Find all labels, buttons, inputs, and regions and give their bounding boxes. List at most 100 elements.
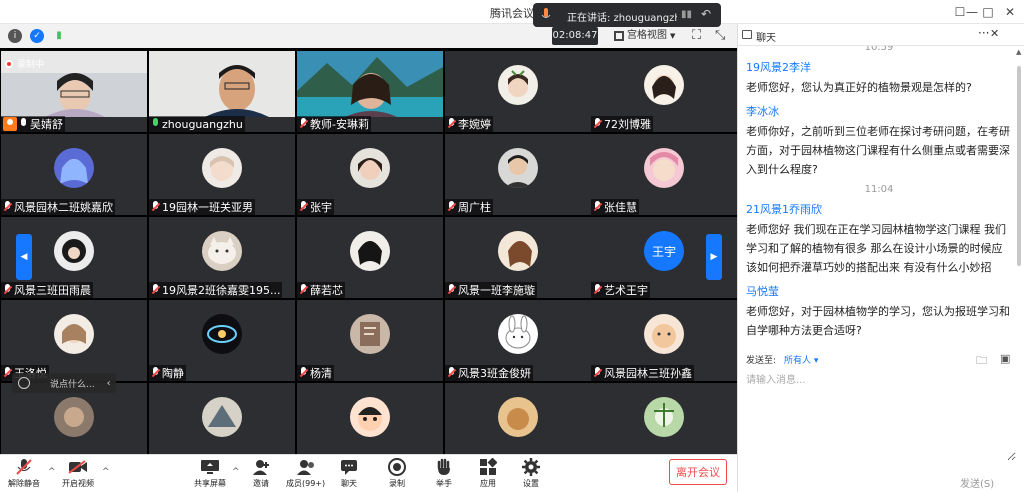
screenshot-icon[interactable]: ▣ bbox=[1000, 352, 1010, 365]
record-button[interactable]: 录制 bbox=[388, 457, 406, 489]
muted-microphone-icon bbox=[593, 367, 602, 379]
muted-microphone-icon bbox=[593, 201, 602, 213]
chat-sender: 21风景1乔雨欣 bbox=[746, 203, 822, 216]
participant-name: 风景3班金俊妍 bbox=[458, 367, 531, 380]
participant-avatar bbox=[498, 231, 538, 271]
invite-button[interactable]: 邀请 bbox=[252, 457, 270, 489]
participant-tile[interactable] bbox=[445, 383, 591, 454]
participant-avatar bbox=[644, 148, 684, 188]
chat-message: 老师您好，对于园林植物学的学习，您认为报班学习和自学哪种方法更合适呀? bbox=[746, 305, 1010, 337]
meeting-toolbar: 解除静音 ^ 开启视频 ^ 共享屏幕 ^ 邀请 成员(99+) 聊天 录制 举手… bbox=[0, 454, 737, 492]
share-options-icon[interactable]: ^ bbox=[232, 467, 240, 477]
more-options-icon[interactable]: ··· bbox=[978, 26, 989, 40]
participant-tile[interactable] bbox=[297, 383, 443, 454]
participant-tile[interactable]: 杨清 bbox=[297, 300, 443, 381]
muted-microphone-icon bbox=[299, 201, 308, 213]
participant-avatar bbox=[350, 314, 390, 354]
name-bar: 薛若芯 bbox=[297, 282, 345, 298]
participant-tile[interactable]: 李婉婷 bbox=[445, 51, 591, 132]
participant-name: zhouguangzhu bbox=[162, 117, 243, 131]
name-bar: 19园林一班关亚男 bbox=[149, 199, 255, 215]
name-bar: 艺术王宇 bbox=[591, 282, 650, 298]
participant-name: 19园林一班关亚男 bbox=[162, 201, 253, 214]
participant-tile[interactable]: zhouguangzhu bbox=[149, 51, 295, 132]
name-bar: 72刘博雅 bbox=[591, 116, 653, 132]
participant-tile[interactable]: 张宇 bbox=[297, 134, 443, 215]
chat-sender: 李冰冰 bbox=[746, 105, 779, 118]
share-screen-button[interactable]: 共享屏幕 bbox=[194, 457, 226, 489]
chevron-left-icon[interactable]: ‹ bbox=[107, 378, 111, 389]
fullscreen-icon[interactable]: ⛶ bbox=[692, 28, 701, 43]
chat-timestamp: 10:59 bbox=[864, 46, 894, 53]
close-chat-icon[interactable]: ✕ bbox=[990, 27, 999, 40]
members-icon bbox=[296, 460, 314, 475]
participant-avatar bbox=[54, 231, 94, 271]
chat-sender: 马悦莹 bbox=[746, 285, 779, 298]
participant-name: 杨清 bbox=[310, 367, 332, 380]
speaker-name: 正在讲话: zhouguangzhu bbox=[567, 13, 677, 24]
name-bar: 张宇 bbox=[297, 199, 334, 215]
participant-tile[interactable]: 风景园林二班姚嘉欣 bbox=[1, 134, 147, 215]
send-button[interactable]: 发送(S) bbox=[960, 475, 994, 490]
muted-microphone-icon bbox=[447, 367, 456, 379]
apps-button[interactable]: 应用 bbox=[479, 457, 497, 489]
name-bar: 吴婧舒 bbox=[1, 116, 65, 132]
emoji-icon[interactable] bbox=[18, 377, 30, 389]
info-icon[interactable]: i bbox=[8, 29, 22, 43]
send-to-label: 发送至: bbox=[746, 356, 777, 366]
participant-tile[interactable]: 19园林一班关亚男 bbox=[149, 134, 295, 215]
participant-tile[interactable]: 风景3班金俊妍 bbox=[445, 300, 591, 381]
participant-tile[interactable]: 王洛悦 bbox=[1, 300, 147, 381]
video-off-icon bbox=[68, 460, 87, 474]
leave-meeting-button[interactable]: 离开会议 bbox=[669, 459, 727, 485]
settings-button[interactable]: 设置 bbox=[522, 457, 540, 489]
muted-microphone-icon bbox=[299, 118, 308, 130]
next-page-button[interactable]: ▶ bbox=[706, 234, 722, 280]
participant-tile[interactable] bbox=[149, 383, 295, 454]
members-button[interactable]: 成员(99+) bbox=[286, 457, 325, 489]
signal-icon[interactable]: ▮ bbox=[52, 29, 66, 43]
participant-tile[interactable]: 张佳慧 bbox=[591, 134, 737, 215]
video-grid: 录制中 吴婧舒 zhouguangzhu 教师-安琳莉 李婉婷 72刘博雅 风景… bbox=[0, 48, 737, 454]
chevron-down-icon: ▼ bbox=[670, 32, 676, 40]
quick-comment-box[interactable]: 说点什么... ‹ bbox=[12, 373, 116, 393]
participant-avatar bbox=[498, 65, 538, 105]
participant-tile[interactable]: 教师-安琳莉 bbox=[297, 51, 443, 132]
recipient-selector[interactable]: 所有人 ▾ bbox=[784, 353, 818, 366]
participant-avatar bbox=[498, 148, 538, 188]
file-icon[interactable]: 🗀 bbox=[976, 352, 987, 371]
video-options-icon[interactable]: ^ bbox=[102, 467, 110, 477]
shield-icon[interactable]: ✓ bbox=[30, 29, 44, 43]
chat-panel: 聊天 ··· ✕ 10:59 19风景2李洋 老师您好，您认为真正好的植物景观是怎样… bbox=[737, 24, 1024, 492]
participant-tile[interactable]: 72刘博雅 bbox=[591, 51, 737, 132]
chat-input[interactable] bbox=[746, 371, 1016, 461]
participant-tile[interactable]: 风景园林三班孙鑫 bbox=[591, 300, 737, 381]
participant-tile[interactable]: 录制中 吴婧舒 bbox=[1, 51, 147, 132]
close-button[interactable]: ✕ bbox=[1000, 2, 1020, 22]
participant-tile[interactable]: 陶静 bbox=[149, 300, 295, 381]
participant-tile[interactable]: 19风景2班徐嘉雯195... bbox=[149, 217, 295, 298]
participant-avatar bbox=[202, 397, 242, 437]
participant-tile[interactable]: 薛若芯 bbox=[297, 217, 443, 298]
raise-hand-button[interactable]: 举手 bbox=[436, 457, 452, 489]
chat-sender: 19风景2李洋 bbox=[746, 61, 811, 74]
maximize-button[interactable]: □ bbox=[978, 2, 998, 22]
previous-page-button[interactable]: ◀ bbox=[16, 234, 32, 280]
exit-fullscreen-icon[interactable]: ⤡ bbox=[715, 28, 725, 43]
add-user-icon bbox=[253, 460, 269, 475]
participant-tile[interactable] bbox=[591, 383, 737, 454]
start-video-button[interactable]: 开启视频 bbox=[62, 457, 94, 489]
collapse-arrow-icon[interactable]: ↶ bbox=[701, 7, 711, 21]
chat-button[interactable]: 聊天 bbox=[340, 457, 358, 489]
apps-label: 应用 bbox=[480, 479, 496, 488]
audio-options-icon[interactable]: ^ bbox=[48, 467, 56, 477]
view-mode-button[interactable]: 宫格视图 ▼ bbox=[610, 27, 679, 45]
participant-tile[interactable]: 风景一班李施璇 bbox=[445, 217, 591, 298]
muted-microphone-icon bbox=[3, 284, 12, 296]
participant-tile[interactable]: 周广柱 bbox=[445, 134, 591, 215]
chat-scrollbar[interactable]: ▲ bbox=[1016, 48, 1022, 308]
participant-avatar bbox=[54, 148, 94, 188]
unmute-button[interactable]: 解除静音 bbox=[8, 457, 40, 489]
participant-tile[interactable] bbox=[1, 383, 147, 454]
participant-name: 李婉婷 bbox=[458, 118, 491, 131]
